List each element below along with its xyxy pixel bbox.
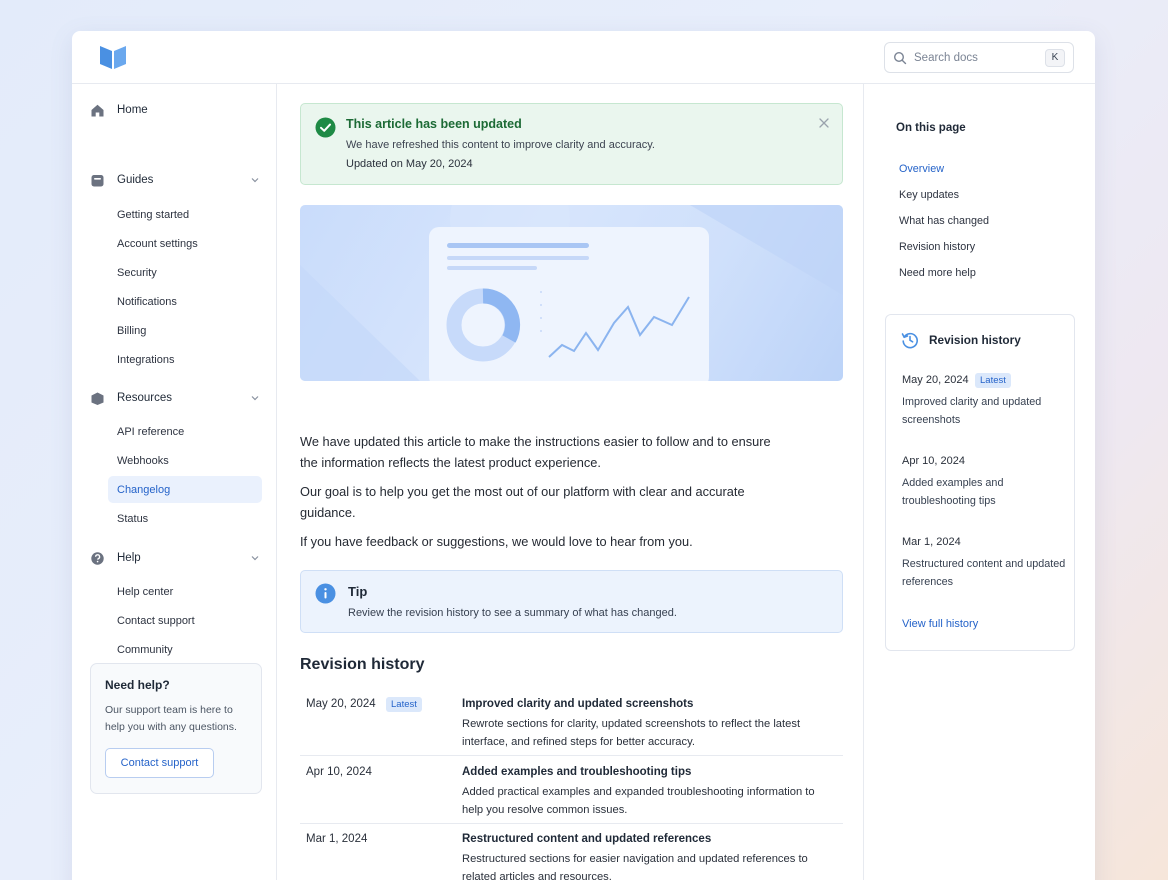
revision-description: Added practical examples and expanded tr…	[462, 786, 815, 816]
revision-description: Restructured sections for easier navigat…	[462, 853, 808, 880]
top-bar: Search docs K	[72, 31, 1095, 84]
revision-card-date: May 20, 2024	[902, 374, 969, 386]
sidebar-group-label: Resources	[117, 392, 172, 404]
table-row: May 20, 2024 Latest Improved clarity and…	[300, 692, 843, 756]
sidebar-item-contact-support[interactable]: Contact support	[108, 607, 262, 634]
revision-card-text: Added examples and troubleshooting tips	[902, 477, 1004, 507]
sidebar-group-label: Guides	[117, 174, 154, 186]
sidebar-item-notifications[interactable]: Notifications	[108, 288, 262, 315]
search-input[interactable]: Search docs K	[884, 42, 1074, 73]
sidebar-item-community[interactable]: Community	[108, 636, 262, 663]
sidebar-group-label: Help	[117, 552, 141, 564]
revision-card-date: Mar 1, 2024	[902, 536, 961, 548]
sidebar-item-changelog[interactable]: Changelog	[108, 476, 262, 503]
alert-description: We have refreshed this content to improv…	[346, 139, 655, 151]
check-circle-icon	[315, 117, 336, 138]
history-icon	[901, 331, 919, 349]
need-help-title: Need help?	[105, 678, 170, 692]
revision-date: Apr 10, 2024	[306, 766, 372, 778]
sidebar-item-webhooks[interactable]: Webhooks	[108, 447, 262, 474]
revision-date: Mar 1, 2024	[306, 833, 368, 845]
updated-alert: This article has been updated We have re…	[300, 103, 843, 185]
home-icon	[90, 103, 105, 118]
toc-item-key-updates[interactable]: Key updates	[899, 189, 959, 201]
toc-item-revision-history[interactable]: Revision history	[899, 241, 975, 253]
resources-icon	[90, 391, 105, 406]
revision-date: May 20, 2024	[306, 698, 376, 710]
sidebar-item-label: Home	[117, 104, 148, 116]
search-placeholder: Search docs	[914, 51, 978, 64]
book-logo-icon[interactable]	[98, 44, 128, 70]
main-content: This article has been updated We have re…	[300, 84, 843, 880]
sidebar: Home Guides Getting started Account sett…	[72, 84, 277, 880]
sidebar-item-integrations[interactable]: Integrations	[108, 346, 262, 373]
table-row: Apr 10, 2024 Added examples and troubles…	[300, 760, 843, 824]
latest-badge: Latest	[975, 373, 1011, 388]
revision-card-text: Restructured content and updated referen…	[902, 558, 1066, 588]
tip-text: Review the revision history to see a sum…	[348, 607, 677, 619]
need-help-card: Need help? Our support team is here to h…	[90, 663, 262, 794]
view-full-history-link[interactable]: View full history	[902, 618, 978, 630]
sidebar-item-billing[interactable]: Billing	[108, 317, 262, 344]
sidebar-item-home[interactable]: Home	[90, 97, 262, 123]
need-help-description: Our support team is here to help you wit…	[105, 704, 237, 733]
revision-history-card: Revision history May 20, 2024 Latest Imp…	[885, 314, 1075, 651]
contact-support-button[interactable]: Contact support	[105, 748, 214, 778]
close-icon[interactable]	[818, 116, 830, 128]
alert-updated-date: Updated on May 20, 2024	[346, 158, 473, 170]
sidebar-item-security[interactable]: Security	[108, 259, 262, 286]
search-shortcut: K	[1045, 48, 1065, 67]
sidebar-item-help-center[interactable]: Help center	[108, 578, 262, 605]
right-sidebar: On this page Overview Key updates What h…	[863, 84, 1095, 880]
info-icon	[315, 583, 336, 604]
revision-title: Added examples and troubleshooting tips	[462, 766, 692, 778]
revision-title: Restructured content and updated referen…	[462, 833, 712, 845]
sidebar-item-status[interactable]: Status	[108, 505, 262, 532]
tip-callout: Tip Review the revision history to see a…	[300, 570, 843, 633]
sidebar-item-account-settings[interactable]: Account settings	[108, 230, 262, 257]
body-paragraph: We have updated this article to make the…	[300, 434, 771, 470]
chevron-down-icon[interactable]	[250, 553, 260, 563]
help-icon	[90, 551, 105, 566]
docs-window: Search docs K Home Guides Getting starte…	[72, 31, 1095, 880]
alert-title: This article has been updated	[346, 117, 522, 131]
search-icon	[893, 51, 907, 65]
revision-card-text: Improved clarity and updated screenshots	[902, 396, 1042, 426]
toc-item-what-has-changed[interactable]: What has changed	[899, 215, 989, 227]
sidebar-group-guides[interactable]: Guides	[90, 167, 262, 193]
sidebar-item-api-reference[interactable]: API reference	[108, 418, 262, 445]
body-paragraph: If you have feedback or suggestions, we …	[300, 534, 693, 549]
latest-badge: Latest	[386, 697, 422, 712]
tip-title: Tip	[348, 584, 368, 599]
body-paragraph: Our goal is to help you get the most out…	[300, 484, 745, 520]
table-row: Mar 1, 2024 Restructured content and upd…	[300, 827, 843, 880]
revision-card-date: Apr 10, 2024	[902, 455, 965, 467]
revision-history-heading: Revision history	[300, 656, 425, 673]
sidebar-group-help[interactable]: Help	[90, 545, 262, 571]
sidebar-item-getting-started[interactable]: Getting started	[108, 201, 262, 228]
guides-icon	[90, 173, 105, 188]
toc-item-overview[interactable]: Overview	[899, 163, 944, 175]
on-this-page-title: On this page	[896, 122, 966, 134]
hero-illustration	[300, 205, 843, 381]
revision-card-title: Revision history	[929, 333, 1021, 347]
chevron-down-icon[interactable]	[250, 175, 260, 185]
sidebar-group-resources[interactable]: Resources	[90, 385, 262, 411]
revision-description: Rewrote sections for clarity, updated sc…	[462, 718, 801, 748]
chevron-down-icon[interactable]	[250, 393, 260, 403]
revision-title: Improved clarity and updated screenshots	[462, 698, 694, 710]
toc-item-need-more-help[interactable]: Need more help	[899, 267, 976, 279]
